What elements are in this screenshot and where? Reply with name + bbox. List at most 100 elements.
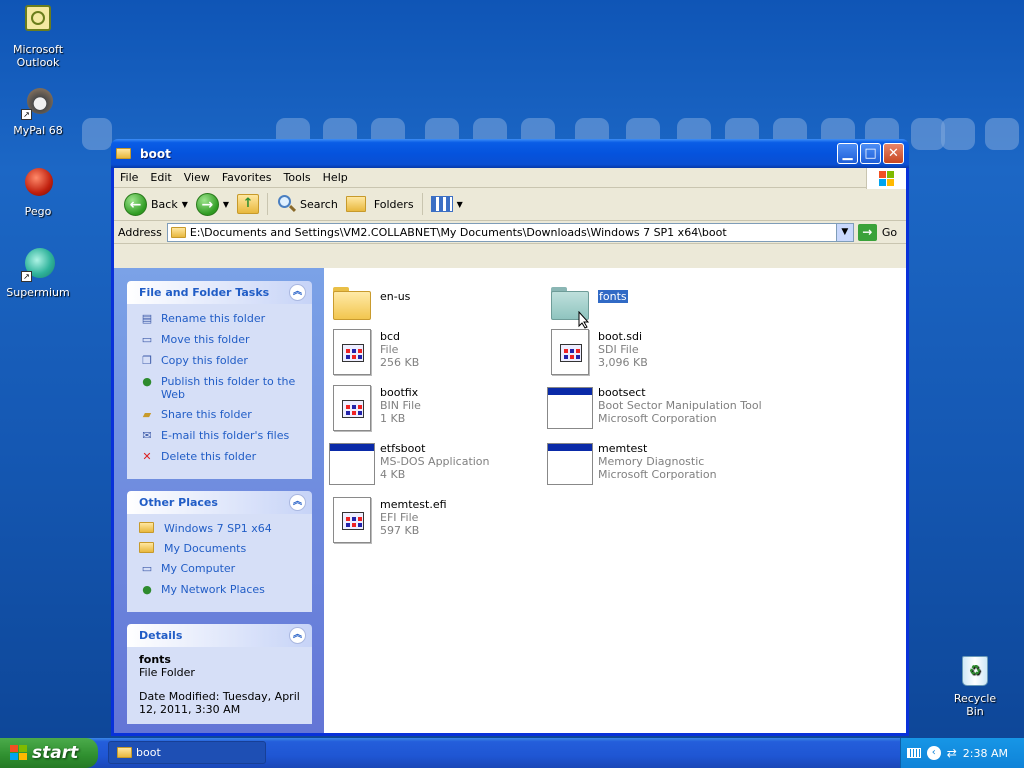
task-email[interactable]: ✉ E-mail this folder's files [139,429,304,443]
task-copy[interactable]: ❐ Copy this folder [139,354,304,368]
place-my-computer[interactable]: ▭ My Computer [139,562,304,576]
file-name: memtest.efi [380,498,447,511]
task-move[interactable]: ▭ Move this folder [139,333,304,347]
file-name: en-us [380,290,411,303]
address-value: E:\Documents and Settings\VM2.COLLABNET\… [189,225,727,239]
menu-tools[interactable]: Tools [278,171,317,184]
file-type: MS-DOS Application [380,455,490,468]
desktop-icon-supermium[interactable]: ↗ Supermium [0,248,76,299]
list-item[interactable]: memtest.efi EFI File 597 KB [329,496,544,548]
panel-header[interactable]: File and Folder Tasks ︽ [127,281,312,304]
clock[interactable]: 2:38 AM [963,747,1008,760]
task-share[interactable]: ▰ Share this folder [139,408,304,422]
menu-favorites[interactable]: Favorites [216,171,278,184]
menu-bar: File Edit View Favorites Tools Help [114,168,906,189]
file-type: BIN File [380,399,421,412]
desktop-icon-label: MyPal 68 [13,124,63,137]
chevron-down-icon[interactable]: ▼ [457,200,463,209]
outlook-icon [21,5,55,39]
file-type: File [380,343,399,356]
my-documents-icon [139,542,154,553]
file-size: 597 KB [380,524,420,537]
application-icon [547,387,593,429]
place-label: My Computer [161,562,236,575]
list-item[interactable]: memtest Memory Diagnostic Microsoft Corpor… [547,440,807,492]
desktop-icon-outlook[interactable]: Microsoft Outlook [0,5,76,69]
list-item[interactable]: bootsect Boot Sector Manipulation Tool Mic… [547,384,807,436]
collapse-icon[interactable]: ︽ [289,494,306,511]
start-button[interactable]: start [0,738,98,768]
file-type: SDI File [598,343,639,356]
details-name: fonts [139,653,171,666]
desktop-icon-mypal[interactable]: ↗ MyPal 68 [0,86,76,137]
list-item[interactable]: fonts [547,276,762,329]
maximize-button[interactable]: □ [860,143,881,164]
back-button[interactable]: ← Back ▼ [120,190,192,218]
menu-edit[interactable]: Edit [144,171,177,184]
menu-file[interactable]: File [114,171,144,184]
collapse-icon[interactable]: ︽ [289,284,306,301]
file-name: etfsboot [380,442,426,455]
task-label: Delete this folder [161,450,257,463]
title-bar[interactable]: boot ▁ □ ✕ [111,139,909,168]
file-description: Boot Sector Manipulation Tool [598,399,762,412]
collapse-icon[interactable]: ︽ [289,627,306,644]
desktop-icon-pego[interactable]: Pego [0,167,76,218]
folders-label: Folders [373,197,414,211]
rename-icon: ▤ [141,312,153,325]
list-item[interactable]: bcd File 256 KB [329,328,544,380]
list-item[interactable]: bootfix BIN File 1 KB [329,384,544,436]
place-network[interactable]: ● My Network Places [139,583,304,597]
menu-help[interactable]: Help [317,171,354,184]
up-folder-icon: ↑ [237,194,260,214]
task-publish[interactable]: ● Publish this folder to the Web [139,375,304,401]
globe-icon: ● [142,375,152,388]
address-input[interactable]: E:\Documents and Settings\VM2.COLLABNET\… [166,222,854,242]
list-item[interactable]: boot.sdi SDI File 3,096 KB [547,328,762,380]
recycle-bin-icon: ♻ [962,656,988,686]
close-button[interactable]: ✕ [883,143,904,164]
list-item[interactable]: etfsboot MS-DOS Application 4 KB [329,440,544,492]
copy-icon: ❐ [142,354,152,367]
email-icon: ✉ [142,429,152,442]
chevron-down-icon[interactable]: ▼ [223,200,229,209]
details-type: File Folder [139,666,195,679]
mouse-cursor-icon [578,311,590,329]
chevron-down-icon[interactable]: ▼ [182,200,188,209]
file-type: EFI File [380,511,419,524]
menu-view[interactable]: View [178,171,216,184]
task-pane: File and Folder Tasks ︽ ▤ Rename this fol… [114,268,324,733]
file-icon [551,329,589,375]
minimize-button[interactable]: ▁ [837,143,858,164]
file-company: Microsoft Corporation [598,412,717,425]
go-arrow-icon[interactable]: → [857,223,877,241]
chevron-left-icon[interactable]: ‹ [926,746,941,760]
views-button[interactable]: ▼ [427,190,467,218]
task-rename[interactable]: ▤ Rename this folder [139,312,304,326]
task-label: E-mail this folder's files [161,429,290,442]
toolbar-separator [267,193,269,215]
network-icon[interactable]: ⇄ [947,746,957,760]
list-item[interactable]: en-us [329,276,544,328]
network-icon: ● [142,583,152,596]
file-size: 1 KB [380,412,406,425]
taskbar: start boot ‹ ⇄ 2:38 AM [0,738,1024,768]
address-label: Address [118,225,162,239]
place-windows7[interactable]: Windows 7 SP1 x64 [139,522,304,535]
folders-button[interactable]: Folders [342,190,418,218]
panel-header[interactable]: Details ︽ [127,624,312,647]
chevron-down-icon[interactable]: ▼ [835,223,853,241]
go-button[interactable]: Go [882,226,897,239]
keyboard-icon[interactable] [906,748,921,758]
place-my-documents[interactable]: My Documents [139,542,304,555]
task-delete[interactable]: ✕ Delete this folder [139,450,304,464]
computer-icon: ▭ [141,562,153,575]
forward-button[interactable]: → ▼ [192,190,233,218]
panel-header[interactable]: Other Places ︽ [127,491,312,514]
taskbar-button-boot[interactable]: boot [108,741,266,764]
place-label: Windows 7 SP1 x64 [164,522,272,535]
toolbar-separator [421,193,423,215]
up-button[interactable]: ↑ [233,190,263,218]
search-button[interactable]: Search [272,190,342,218]
desktop-icon-recycle-bin[interactable]: ♻ Recycle Bin [944,656,1006,718]
